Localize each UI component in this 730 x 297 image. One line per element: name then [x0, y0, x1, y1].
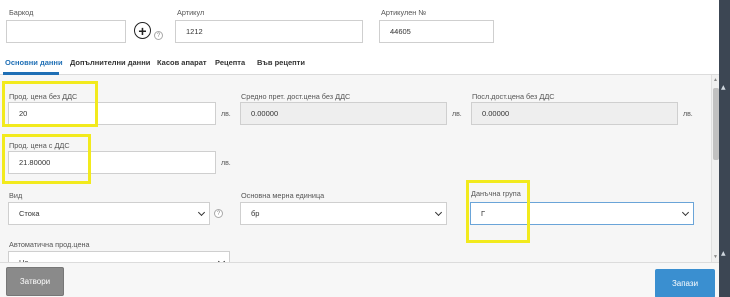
currency-unit: лв. [452, 111, 462, 118]
tab-recipe[interactable]: Рецепта [215, 58, 245, 67]
auto-price-label: Автоматична прод.цена [9, 240, 90, 249]
main-data-panel: Прод. цена без ДДС 20 лв. Средно прет. д… [0, 75, 711, 262]
close-button[interactable]: Затвори [6, 267, 64, 296]
currency-unit: лв. [683, 111, 693, 118]
article-no-input[interactable]: 44605 [379, 20, 494, 43]
type-label: Вид [9, 191, 23, 200]
help-icon[interactable]: ? [214, 209, 223, 218]
highlight-box [466, 180, 530, 243]
tab-bar: Основни данни Допълнителни данни Касов а… [0, 48, 719, 75]
tab-cash-register[interactable]: Касов апарат [157, 58, 207, 67]
tab-in-recipes[interactable]: Във рецепти [257, 58, 305, 67]
chevron-down-icon [197, 208, 206, 217]
last-cost-input: 0.00000 [471, 102, 678, 125]
chevron-down-icon [434, 208, 443, 217]
barcode-input[interactable] [6, 20, 126, 43]
currency-unit: лв. [221, 160, 231, 167]
save-button[interactable]: Запази [655, 269, 715, 297]
unit-value: бр [251, 209, 260, 218]
unit-select[interactable]: бр [240, 202, 447, 225]
add-barcode-button[interactable]: + [134, 22, 151, 39]
currency-unit: лв. [221, 111, 231, 118]
modal-footer: Затвори Запази [0, 262, 719, 297]
scroll-down-icon[interactable]: ▼ [713, 254, 718, 260]
scroll-up-icon[interactable]: ▲ [713, 77, 718, 83]
type-select[interactable]: Стока [8, 202, 210, 225]
auto-price-select[interactable]: Не [8, 251, 230, 262]
barcode-label: Баркод [9, 8, 34, 17]
chevron-down-icon [681, 208, 690, 217]
unit-label: Основна мерна единица [241, 191, 325, 200]
article-no-label: Артикулен № [381, 8, 427, 17]
panel-scrollbar[interactable]: ▲ ▼ [711, 75, 719, 262]
avg-cost-label: Средно прет. дост.цена без ДДС [241, 92, 351, 101]
tab-additional-data[interactable]: Допълнителни данни [70, 58, 150, 67]
article-input[interactable]: 1212 [175, 20, 363, 43]
type-value: Стока [19, 209, 40, 218]
article-label: Артикул [177, 8, 205, 17]
chevron-up-icon: ▲ [721, 84, 726, 91]
help-icon[interactable]: ? [154, 31, 163, 40]
plus-icon: + [138, 22, 147, 39]
background-page-strip: ▲ ▲ [719, 0, 730, 297]
product-modal: Баркод + ? Артикул 1212 Артикулен № 4460… [0, 0, 719, 297]
highlight-box [2, 81, 98, 127]
chevron-up-icon: ▲ [721, 250, 726, 257]
tab-main-data[interactable]: Основни данни [5, 58, 63, 67]
last-cost-label: Посл.дост.цена без ДДС [472, 92, 555, 101]
highlight-box [2, 134, 91, 184]
avg-cost-input: 0.00000 [240, 102, 447, 125]
